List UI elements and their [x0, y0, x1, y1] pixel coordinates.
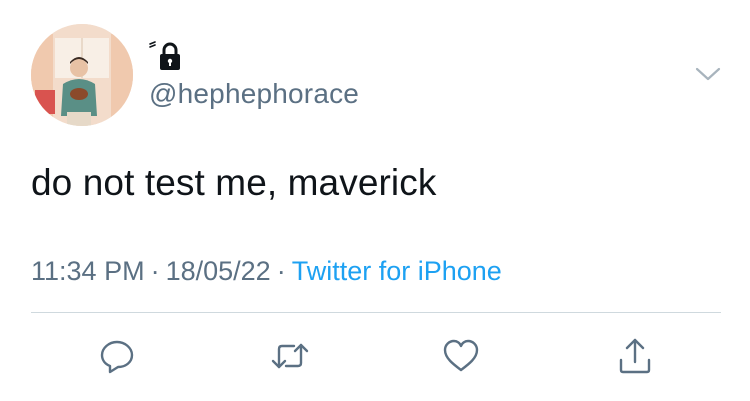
action-bar: [0, 336, 750, 376]
tweet-date: 18/05/22: [165, 256, 271, 286]
reply-button[interactable]: [97, 336, 137, 376]
avatar-photo: [31, 24, 133, 126]
divider: [31, 312, 721, 313]
retweet-button[interactable]: [270, 336, 310, 376]
lock-icon: [149, 41, 180, 70]
like-icon: [443, 339, 479, 372]
avatar[interactable]: [31, 24, 133, 126]
tweet-detail: @hephephorace do not test me, maverick 1…: [0, 0, 750, 401]
tweet-source-link[interactable]: Twitter for iPhone: [292, 256, 502, 286]
chevron-down-icon[interactable]: [694, 64, 722, 84]
reply-icon: [100, 340, 134, 374]
tweet-text: do not test me, maverick: [31, 162, 437, 203]
tweet-meta: 11:34 PM · 18/05/22 · Twitter for iPhone: [31, 256, 502, 287]
meta-separator: ·: [150, 256, 160, 286]
share-icon: [619, 338, 651, 374]
share-button[interactable]: [615, 336, 655, 376]
meta-separator: ·: [276, 256, 286, 286]
tweet-time: 11:34 PM: [31, 256, 145, 286]
retweet-icon: [271, 343, 309, 369]
like-button[interactable]: [441, 336, 481, 376]
user-handle[interactable]: @hephephorace: [149, 78, 359, 110]
